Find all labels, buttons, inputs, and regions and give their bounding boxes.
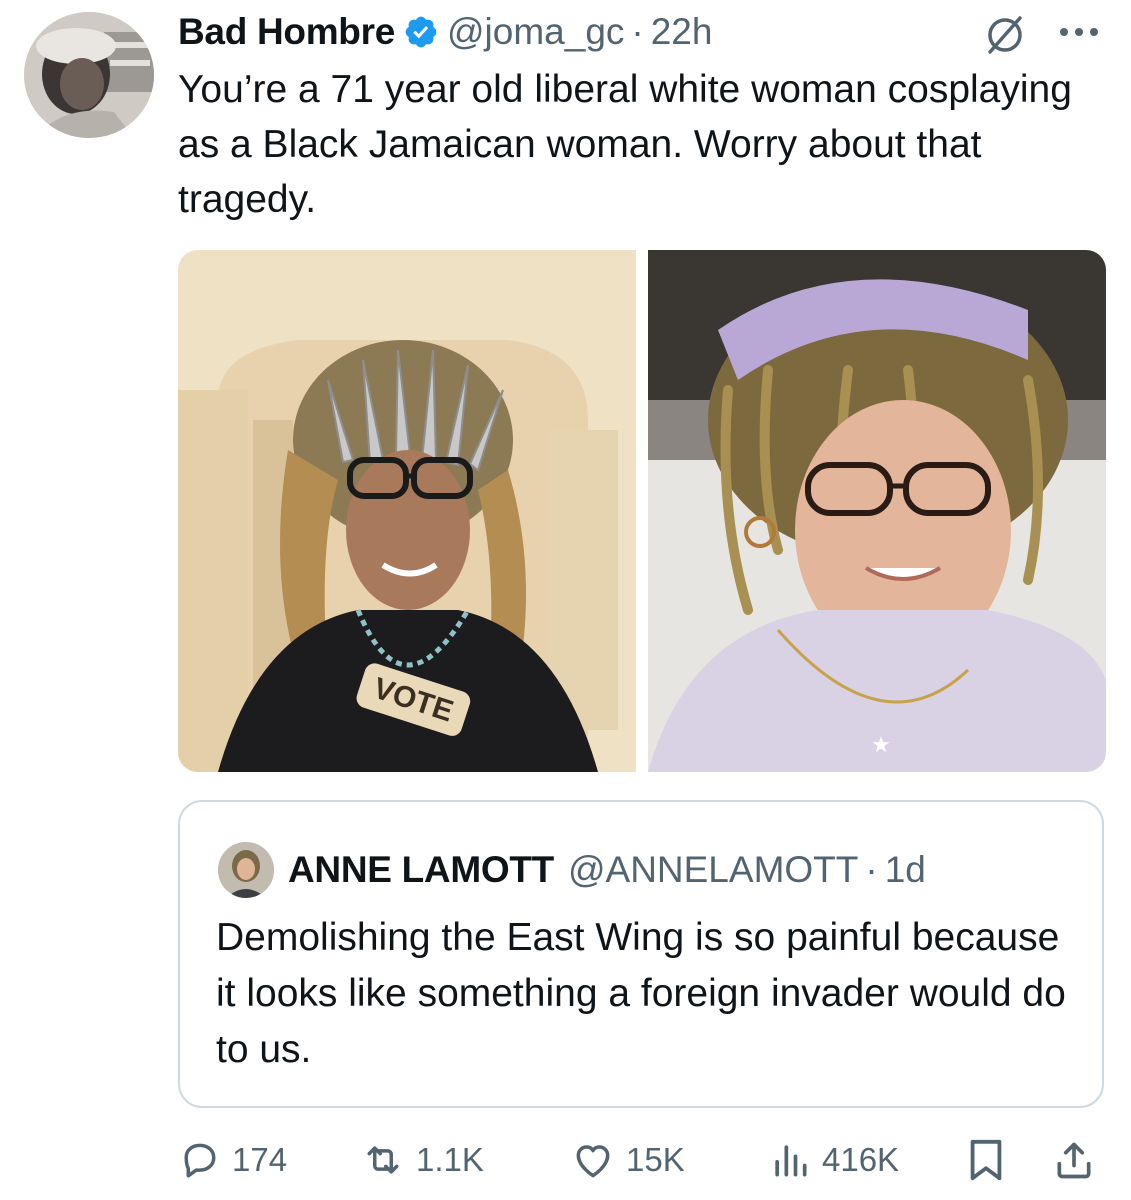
view-count: 416K (822, 1141, 900, 1178)
like-button[interactable]: 15K (570, 1132, 685, 1188)
grok-icon[interactable] (984, 14, 1026, 56)
views-icon (775, 1145, 807, 1177)
reply-count: 174 (232, 1141, 288, 1178)
bookmark-button[interactable] (966, 1132, 1016, 1188)
repost-button[interactable]: 1.1K (360, 1132, 484, 1188)
photo-left[interactable]: VOTE (178, 250, 636, 772)
like-icon (576, 1145, 610, 1178)
views-button[interactable]: 416K (768, 1132, 899, 1188)
repost-count: 1.1K (416, 1141, 484, 1178)
tweet-header: Bad Hombre @joma_gc · 22h (178, 8, 712, 56)
svg-text:★: ★ (871, 732, 891, 757)
quoted-tweet-text: Demolishing the East Wing is so painful … (216, 916, 1066, 1071)
repost-icon (367, 1146, 399, 1174)
tweet-text: You’re a 71 year old liberal white woman… (178, 68, 1072, 221)
quoted-tweet[interactable]: ANNE LAMOTT @ANNELAMOTT · 1d Demolishing… (178, 800, 1104, 1108)
quoted-tweet-header: ANNE LAMOTT @ANNELAMOTT · 1d (218, 842, 926, 898)
reply-button[interactable]: 174 (178, 1132, 287, 1188)
tweet-media[interactable]: VOTE ★ (178, 250, 1106, 772)
quoted-tweet-time: 1d (884, 849, 926, 890)
bookmark-icon (970, 1139, 1002, 1181)
separator-dot: · (631, 11, 644, 52)
share-icon (1057, 1142, 1091, 1179)
quoted-separator-dot: · (865, 849, 878, 890)
author-name[interactable]: Bad Hombre (178, 11, 395, 53)
photo-right[interactable]: ★ (648, 250, 1106, 772)
tweet-time[interactable]: 22h (651, 11, 713, 53)
share-button[interactable] (1052, 1132, 1106, 1188)
author-handle[interactable]: @joma_gc (447, 11, 624, 53)
action-bar: 174 1.1K 15K 416K (178, 1132, 1108, 1188)
verified-badge-icon (403, 14, 439, 50)
quoted-author-avatar (218, 842, 274, 898)
quoted-author-handle: @ANNELAMOTT (567, 849, 859, 890)
quoted-author-name: ANNE LAMOTT (288, 849, 554, 890)
like-count: 15K (626, 1141, 685, 1178)
more-icon[interactable] (1056, 22, 1102, 42)
author-avatar[interactable] (24, 12, 154, 138)
reply-icon (184, 1143, 216, 1178)
